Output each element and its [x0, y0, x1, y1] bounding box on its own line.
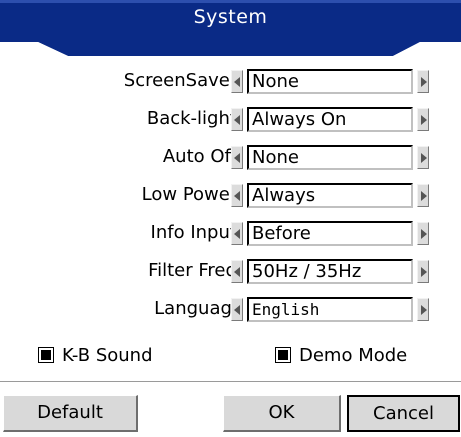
arrow-left-icon[interactable] [231, 108, 243, 131]
setting-row-screensaver: ScreenSaver: None [0, 66, 461, 98]
setting-value[interactable]: Before [247, 221, 413, 246]
title-bar: System [0, 0, 461, 58]
setting-row-low-power: Low Power: Always [0, 180, 461, 212]
arrow-left-icon[interactable] [231, 184, 243, 207]
setting-row-info-input: Info Input: Before [0, 218, 461, 250]
arrow-left-icon[interactable] [231, 222, 243, 245]
arrow-left-icon[interactable] [231, 146, 243, 169]
setting-value[interactable]: None [247, 69, 413, 94]
kb-sound-checkbox[interactable]: K-B Sound [38, 345, 198, 367]
demo-mode-checkbox[interactable]: Demo Mode [275, 345, 445, 367]
setting-row-auto-off: Auto Off: None [0, 142, 461, 174]
arrow-right-icon[interactable] [417, 260, 429, 283]
divider [0, 381, 461, 382]
checkbox-label: Demo Mode [299, 345, 408, 366]
arrow-right-icon[interactable] [417, 184, 429, 207]
setting-row-backlight: Back-light: Always On [0, 104, 461, 136]
arrow-right-icon[interactable] [417, 108, 429, 131]
setting-label: ScreenSaver: [123, 70, 243, 91]
setting-value[interactable]: English [247, 297, 413, 322]
arrow-right-icon[interactable] [417, 146, 429, 169]
setting-value[interactable]: Always On [247, 107, 413, 132]
setting-label: Language [154, 298, 243, 319]
default-button[interactable]: Default [3, 395, 138, 432]
setting-value[interactable]: Always [247, 183, 413, 208]
arrow-left-icon[interactable] [231, 70, 243, 93]
window-title: System [193, 6, 268, 28]
checkbox-checked-icon[interactable] [38, 347, 54, 363]
arrow-left-icon[interactable] [231, 260, 243, 283]
setting-row-language: Language English [0, 294, 461, 326]
setting-value[interactable]: None [247, 145, 413, 170]
setting-label: Filter Freq: [148, 260, 243, 281]
setting-value[interactable]: 50Hz / 35Hz [247, 259, 413, 284]
setting-label: Back-light: [146, 108, 243, 129]
cancel-button[interactable]: Cancel [347, 395, 460, 432]
arrow-right-icon[interactable] [417, 298, 429, 321]
arrow-right-icon[interactable] [417, 222, 429, 245]
title-separator [0, 56, 461, 58]
arrow-right-icon[interactable] [417, 70, 429, 93]
ok-button[interactable]: OK [223, 395, 341, 432]
checkbox-checked-icon[interactable] [275, 347, 291, 363]
setting-row-filter-freq: Filter Freq: 50Hz / 35Hz [0, 256, 461, 288]
arrow-left-icon[interactable] [231, 298, 243, 321]
setting-label: Low Power: [141, 184, 243, 205]
setting-label: Info Input: [150, 222, 243, 243]
checkbox-label: K-B Sound [62, 345, 153, 366]
